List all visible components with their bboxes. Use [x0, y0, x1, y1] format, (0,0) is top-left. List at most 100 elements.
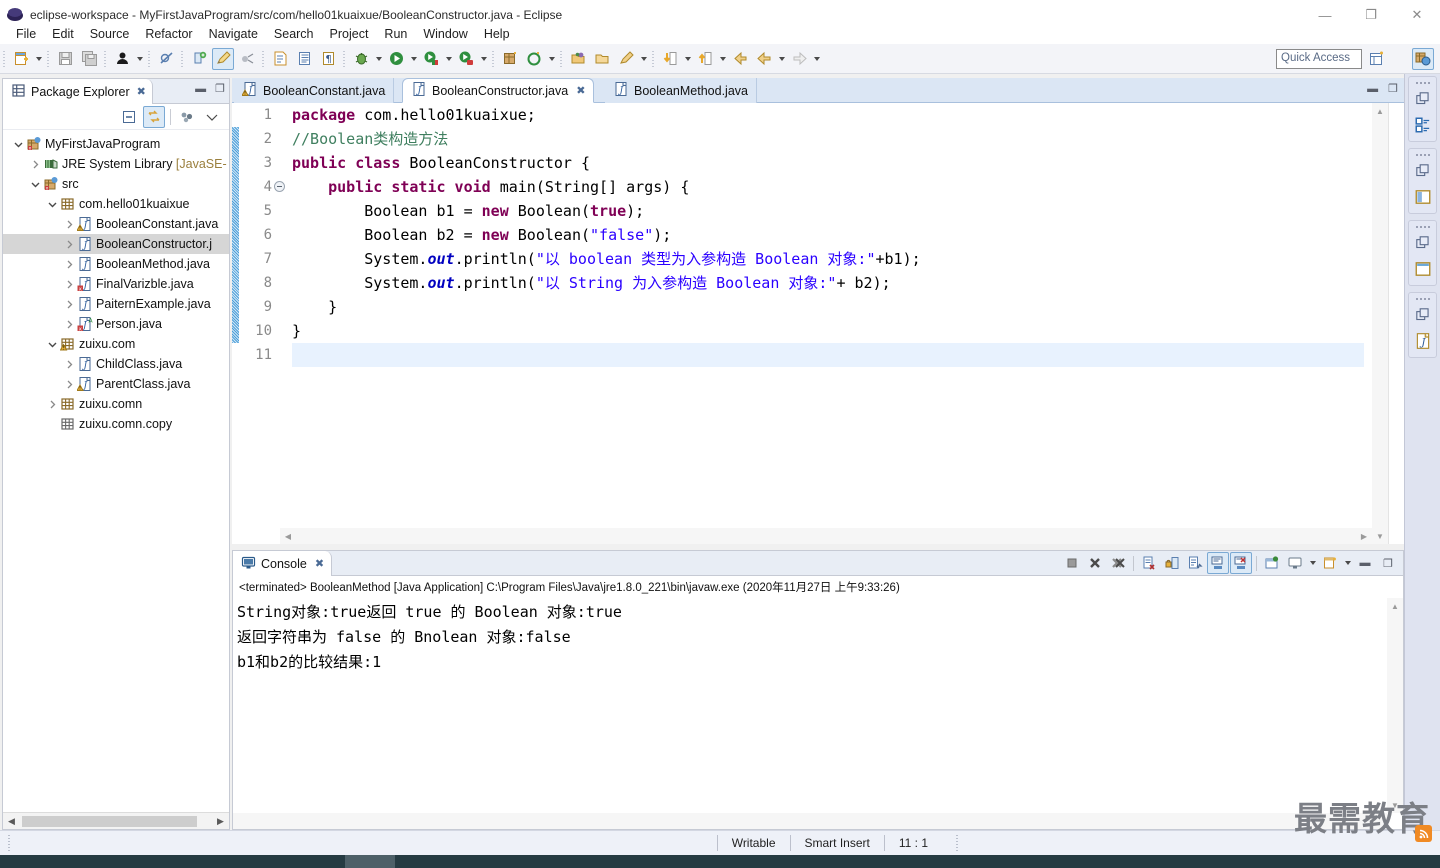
debug-icon[interactable]	[350, 48, 372, 70]
chevron-down-icon[interactable]	[45, 199, 59, 210]
close-icon[interactable]: ✖	[137, 85, 146, 98]
tree-item-finalvarizble-java[interactable]: Jx FinalVarizble.java	[3, 274, 229, 294]
code-line[interactable]: public static void main(String[] args) {	[292, 175, 1364, 199]
tree-item-com-hello01kuaixue[interactable]: com.hello01kuaixue	[3, 194, 229, 214]
console-body[interactable]: <terminated> BooleanMethod [Java Applica…	[233, 576, 1403, 829]
view-menu-filter-icon[interactable]	[176, 106, 198, 128]
tree-item-childclass-java[interactable]: J ChildClass.java	[3, 354, 229, 374]
toggle-mark-occurrences-icon[interactable]	[188, 48, 210, 70]
run-icon[interactable]	[385, 48, 407, 70]
maximize-icon[interactable]: ❐	[1388, 82, 1398, 96]
chevron-right-icon[interactable]	[62, 319, 76, 330]
java-perspective-icon[interactable]	[1412, 48, 1434, 70]
external-tools-dropdown-icon[interactable]	[443, 48, 454, 70]
close-icon[interactable]: ✖	[315, 557, 324, 570]
restore-icon[interactable]	[1409, 230, 1437, 256]
scroll-left-icon[interactable]: ◀	[280, 528, 296, 544]
restore-icon[interactable]	[1409, 86, 1437, 112]
drag-handle-dots[interactable]	[1409, 149, 1436, 158]
editor-hscrollbar[interactable]: ◀ ▶	[280, 528, 1372, 544]
chevron-right-icon[interactable]	[62, 359, 76, 370]
next-edit-icon[interactable]	[788, 48, 810, 70]
open-folder-icon[interactable]	[591, 48, 613, 70]
show-console-on-output-icon[interactable]	[1207, 552, 1229, 574]
chevron-down-icon[interactable]	[28, 179, 42, 190]
toolbar-grip-4[interactable]	[147, 49, 152, 68]
edit-icon[interactable]	[615, 48, 637, 70]
forward-icon[interactable]	[753, 48, 775, 70]
show-console-on-error-icon[interactable]	[1230, 552, 1252, 574]
chevron-right-icon[interactable]	[62, 219, 76, 230]
link-icon[interactable]	[236, 48, 258, 70]
toolbar-grip-5[interactable]	[180, 49, 185, 68]
display-console-dropdown-icon[interactable]	[1307, 552, 1318, 574]
chevron-right-icon[interactable]	[28, 159, 42, 170]
java-editor-view-icon[interactable]: J	[1409, 328, 1437, 354]
toolbar-grip-8[interactable]	[491, 49, 496, 68]
clear-console-icon[interactable]	[1138, 552, 1160, 574]
tree-item-zuixu-com[interactable]: ! zuixu.com	[3, 334, 229, 354]
tree-item-parentclass-java[interactable]: J! ParentClass.java	[3, 374, 229, 394]
fold-collapse-icon[interactable]	[274, 181, 285, 192]
editor-tab-booleanconstructor-java[interactable]: J BooleanConstructor.java ✖	[402, 78, 595, 103]
run-dropdown-icon[interactable]	[408, 48, 419, 70]
minimize-icon[interactable]: ▬	[1354, 552, 1376, 574]
minimize-icon[interactable]: ▬	[1367, 82, 1378, 96]
package-explorer-tab[interactable]: Package Explorer ✖	[3, 79, 153, 104]
lock-scroll-icon[interactable]	[1161, 552, 1183, 574]
tree-item-booleanmethod-java[interactable]: J BooleanMethod.java	[3, 254, 229, 274]
close-icon[interactable]: ✖	[576, 84, 585, 97]
scroll-up-icon[interactable]: ▲	[1372, 103, 1388, 119]
person-icon[interactable]	[111, 48, 133, 70]
chevron-right-icon[interactable]	[62, 239, 76, 250]
toolbar-grip-7[interactable]	[342, 49, 347, 68]
package-explorer-view-icon[interactable]	[1409, 184, 1437, 210]
maximize-icon[interactable]: ❐	[1377, 552, 1399, 574]
code-line[interactable]: }	[292, 295, 1364, 319]
toolbar-grip-6[interactable]	[261, 49, 266, 68]
minimize-icon[interactable]: ▬	[195, 82, 206, 96]
hscroll-track[interactable]	[20, 813, 212, 830]
new-java-project-icon[interactable]	[499, 48, 521, 70]
code-line[interactable]: System.out.println("以 boolean 类型为入参构造 Bo…	[292, 247, 1364, 271]
menu-edit[interactable]: Edit	[44, 25, 82, 43]
display-selected-console-icon[interactable]	[1284, 552, 1306, 574]
menu-help[interactable]: Help	[476, 25, 518, 43]
next-annotation-icon[interactable]	[659, 48, 681, 70]
forward-dropdown-icon[interactable]	[776, 48, 787, 70]
console-vscrollbar[interactable]: ▲ ▼	[1387, 598, 1403, 813]
code-line[interactable]: }	[292, 319, 1364, 343]
previous-annotation-dropdown-icon[interactable]	[717, 48, 728, 70]
back-icon[interactable]	[729, 48, 751, 70]
tree-item-jre-system-library[interactable]: JRE System Library [JavaSE-	[3, 154, 229, 174]
toolbar-grip-3[interactable]	[103, 49, 108, 68]
code-line[interactable]: public class BooleanConstructor {	[292, 151, 1364, 175]
console-hscrollbar[interactable]	[233, 813, 1387, 829]
tree-item-myfirstjavaprogram[interactable]: x MyFirstJavaProgram	[3, 134, 229, 154]
menu-source[interactable]: Source	[82, 25, 138, 43]
open-type-icon[interactable]	[269, 48, 291, 70]
editor-vscrollbar[interactable]: ▲ ▼	[1372, 103, 1388, 544]
chevron-right-icon[interactable]	[62, 259, 76, 270]
code-line[interactable]: package com.hello01kuaixue;	[292, 103, 1364, 127]
menu-window[interactable]: Window	[415, 25, 475, 43]
tree-item-zuixu-comn-copy[interactable]: zuixu.comn.copy	[3, 414, 229, 434]
maximize-icon[interactable]: ❐	[215, 82, 225, 96]
restore-icon[interactable]	[1409, 302, 1437, 328]
person-dropdown-icon[interactable]	[134, 48, 145, 70]
tree-item-zuixu-comn[interactable]: zuixu.comn	[3, 394, 229, 414]
chevron-down-icon[interactable]	[11, 139, 25, 150]
save-icon[interactable]	[54, 48, 76, 70]
tree-item-booleanconstant-java[interactable]: J! BooleanConstant.java	[3, 214, 229, 234]
scroll-up-icon[interactable]: ▲	[1387, 598, 1403, 614]
scroll-left-icon[interactable]: ◀	[3, 813, 20, 830]
chevron-down-icon[interactable]	[45, 339, 59, 350]
project-tree[interactable]: x MyFirstJavaProgram JRE System Library [J…	[3, 130, 229, 800]
console-output[interactable]: String对象:true返回 true 的 Boolean 对象:true 返回…	[237, 598, 1403, 675]
code-line[interactable]	[292, 343, 1364, 367]
source-code[interactable]: package com.hello01kuaixue; //Boolean类构造方…	[292, 103, 1364, 544]
remove-launch-icon[interactable]	[1084, 552, 1106, 574]
edit-dropdown-icon[interactable]	[638, 48, 649, 70]
code-line[interactable]: Boolean b2 = new Boolean("false");	[292, 223, 1364, 247]
new-annotation-dropdown-icon[interactable]	[546, 48, 557, 70]
